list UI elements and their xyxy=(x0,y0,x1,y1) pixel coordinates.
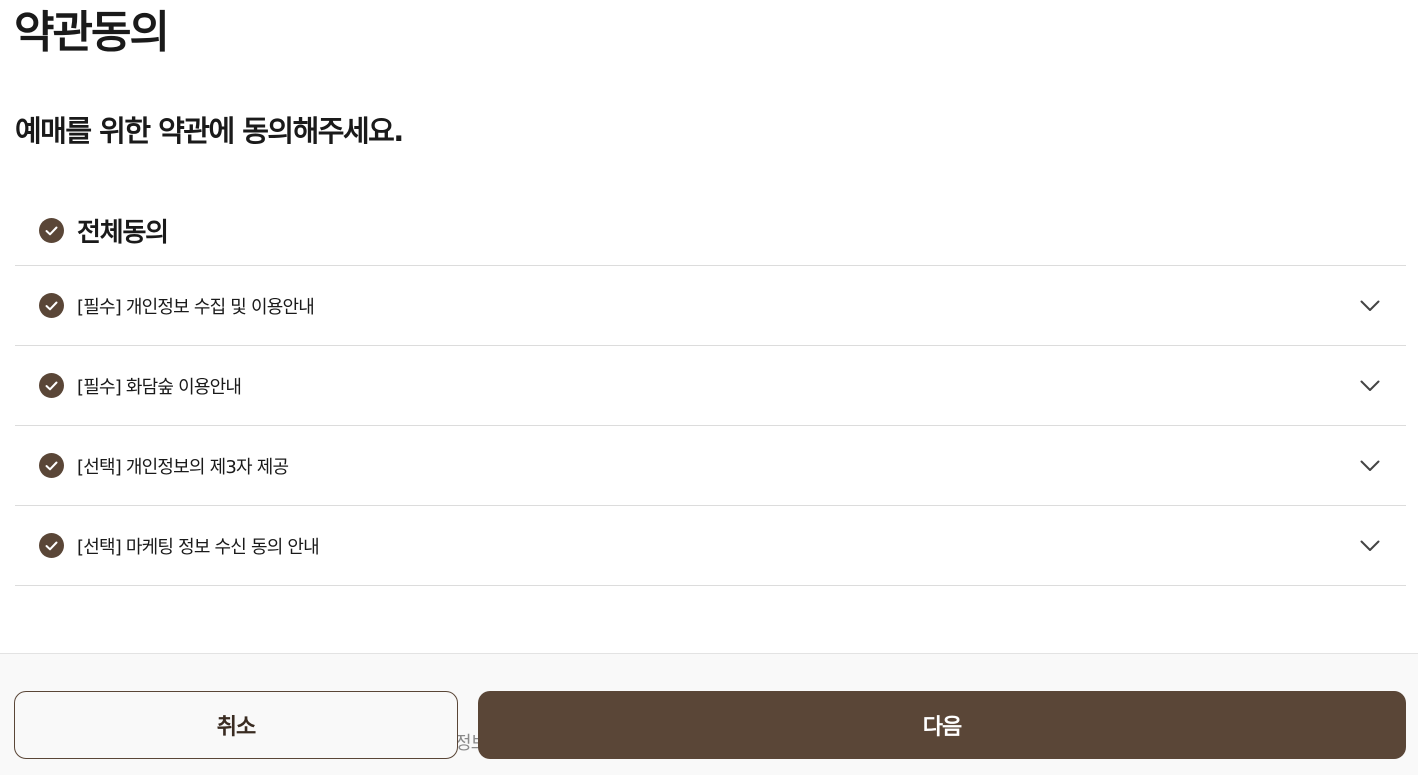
chevron-down-icon[interactable] xyxy=(1360,300,1380,312)
terms-agreement-page: 약관동의 예매를 위한 약관에 동의해주세요. 전체동의 [필수] 개인정보 수… xyxy=(0,0,1418,775)
check-circle-icon[interactable] xyxy=(39,373,64,398)
check-circle-icon[interactable] xyxy=(39,293,64,318)
check-circle-icon xyxy=(39,218,64,243)
check-circle-icon[interactable] xyxy=(39,453,64,478)
term-item-hwadamsup-guide[interactable]: [필수] 화담숲 이용안내 xyxy=(15,346,1406,426)
cancel-button[interactable]: 취소 xyxy=(14,691,458,759)
check-circle-icon[interactable] xyxy=(39,533,64,558)
page-title: 약관동의 xyxy=(14,7,170,58)
next-button[interactable]: 다음 xyxy=(478,691,1406,759)
term-item-third-party[interactable]: [선택] 개인정보의 제3자 제공 xyxy=(15,426,1406,506)
term-item-marketing[interactable]: [선택] 마케팅 정보 수신 동의 안내 xyxy=(15,506,1406,586)
term-item-label: [필수] 개인정보 수집 및 이용안내 xyxy=(77,296,315,318)
term-item-label: [선택] 마케팅 정보 수신 동의 안내 xyxy=(77,536,320,558)
chevron-down-icon[interactable] xyxy=(1360,460,1380,472)
page-subtitle: 예매를 위한 약관에 동의해주세요. xyxy=(15,114,404,148)
agree-all-checkbox[interactable]: 전체동의 xyxy=(15,196,1406,266)
term-item-label: [필수] 화담숲 이용안내 xyxy=(77,376,242,398)
term-item-label: [선택] 개인정보의 제3자 제공 xyxy=(77,456,289,478)
footer-action-bar: 정보 취소 다음 xyxy=(0,653,1418,775)
terms-list: 전체동의 [필수] 개인정보 수집 및 이용안내 [필수] 화담숲 이용안내 [… xyxy=(15,196,1406,586)
chevron-down-icon[interactable] xyxy=(1360,540,1380,552)
chevron-down-icon[interactable] xyxy=(1360,380,1380,392)
agree-all-label: 전체동의 xyxy=(77,218,169,248)
term-item-privacy-collection[interactable]: [필수] 개인정보 수집 및 이용안내 xyxy=(15,266,1406,346)
